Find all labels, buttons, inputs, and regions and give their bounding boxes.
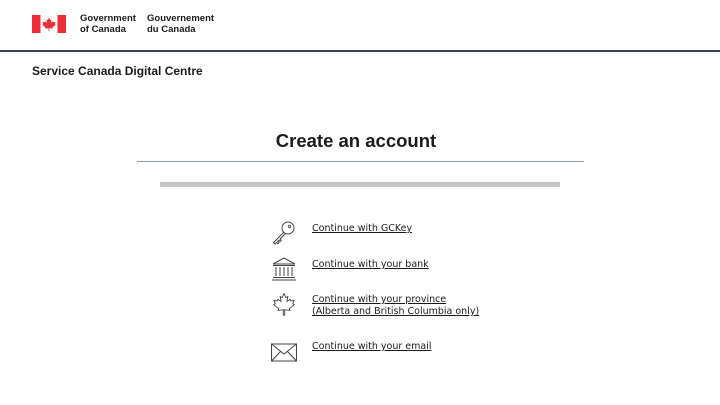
wordmark-fr-line1: Gouvernement xyxy=(147,13,215,24)
province-link-line1: Continue with your province xyxy=(312,294,447,305)
continue-with-bank-link[interactable]: Continue with your bank xyxy=(312,259,429,271)
maple-leaf-icon xyxy=(272,292,296,316)
option-province[interactable]: Continue with your province (Alberta and… xyxy=(270,291,530,321)
wordmark-english: Government of Canada xyxy=(80,13,136,35)
service-title: Service Canada Digital Centre xyxy=(32,64,203,78)
continue-with-email-link[interactable]: Continue with your email xyxy=(312,341,432,353)
envelope-icon xyxy=(271,343,297,362)
wordmark-french: Gouvernement du Canada xyxy=(147,13,215,35)
wordmark-en-line1: Government xyxy=(80,13,136,24)
option-email[interactable]: Continue with your email xyxy=(270,337,530,367)
wordmark-en-line2: of Canada xyxy=(80,23,126,35)
key-icon xyxy=(272,221,295,245)
continue-with-province-link[interactable]: Continue with your province (Alberta and… xyxy=(312,294,479,318)
title-divider xyxy=(137,161,584,162)
page-title: Create an account xyxy=(275,130,437,151)
bank-icon xyxy=(272,257,296,281)
canada-flag-icon xyxy=(32,15,66,33)
government-header: Government of Canada Gouvernement du Can… xyxy=(0,0,720,52)
option-gckey[interactable]: Continue with GCKey xyxy=(270,219,530,249)
option-bank[interactable]: Continue with your bank xyxy=(270,255,530,285)
continue-with-gckey-link[interactable]: Continue with GCKey xyxy=(312,223,412,235)
province-link-line2: (Alberta and British Columbia only) xyxy=(312,306,480,317)
progress-bar xyxy=(160,182,560,187)
wordmark-fr-line2: du Canada xyxy=(147,23,196,35)
